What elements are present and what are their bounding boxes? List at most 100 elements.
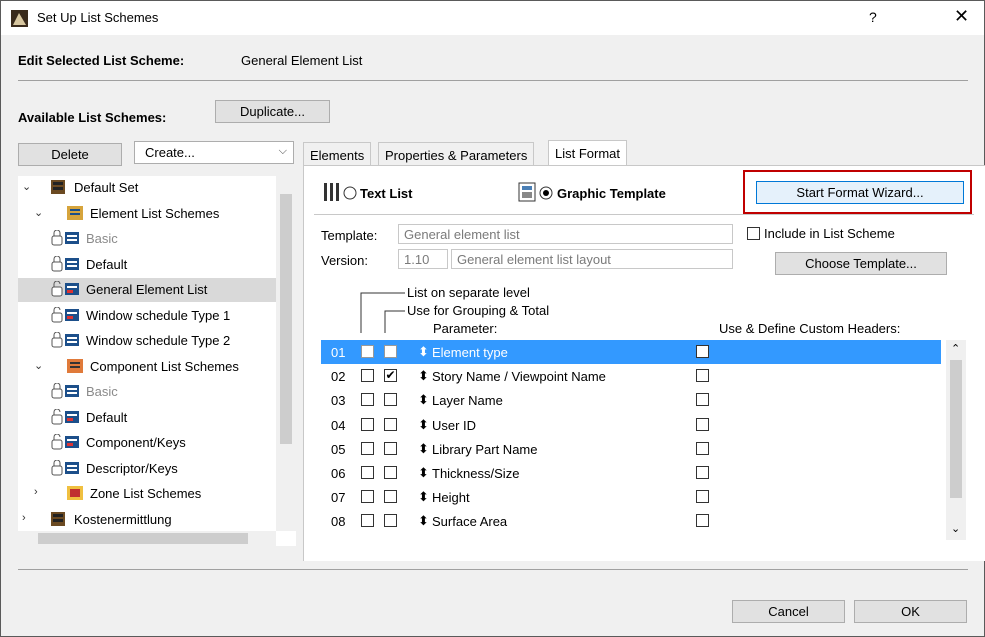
edit-scheme-value: General Element List (241, 53, 363, 68)
grouping-total-checkbox[interactable] (384, 393, 397, 407)
tree-item[interactable]: › Zone List Schemes (18, 482, 276, 506)
grouping-total-checkbox[interactable] (384, 514, 397, 528)
tree-item[interactable]: Default (18, 406, 276, 430)
template-list-icon (50, 306, 82, 326)
divider (314, 214, 974, 215)
grouping-total-checkbox[interactable] (384, 490, 397, 504)
parameter-row[interactable]: 02 ✔ ⬍ Story Name / Viewpoint Name (321, 364, 941, 388)
tree-item[interactable]: Basic (18, 380, 276, 404)
scrollbar-thumb[interactable] (950, 360, 962, 498)
parameter-number: 06 (331, 466, 346, 481)
parameter-row[interactable]: 01 ✔ ✔ ⬍ Element type (321, 340, 941, 364)
tree-item[interactable]: Window schedule Type 2 (18, 329, 276, 353)
tree-horizontal-scrollbar[interactable] (18, 531, 276, 546)
parameter-row[interactable]: 05 ⬍ Library Part Name (321, 437, 941, 461)
tab-elements[interactable]: Elements (303, 142, 372, 166)
close-icon[interactable]: ✕ (954, 6, 969, 27)
custom-header-checkbox[interactable] (696, 345, 709, 358)
tab-list-format[interactable]: List Format (548, 140, 628, 166)
custom-header-checkbox[interactable] (696, 514, 709, 528)
tree-vertical-scrollbar[interactable] (276, 176, 296, 531)
create-dropdown-value: Create... (145, 145, 195, 160)
parameter-name: Element type (432, 345, 508, 360)
include-in-scheme-checkbox[interactable] (747, 227, 760, 240)
parameter-row[interactable]: 07 ⬍ Height (321, 485, 941, 509)
help-button[interactable]: ? (869, 9, 877, 25)
reorder-handle-icon[interactable]: ⬍ (418, 344, 429, 360)
expand-toggle-icon[interactable]: › (34, 486, 38, 498)
divider (18, 80, 968, 81)
grid-vertical-scrollbar[interactable]: ⌃ ⌄ (946, 340, 966, 540)
parameter-grid[interactable]: 01 ✔ ✔ ⬍ Element type 02 ✔ ⬍ Story Name / Viewpo… (321, 340, 941, 540)
template-list-icon (50, 280, 82, 300)
scroll-up-icon[interactable]: ⌃ (951, 342, 960, 355)
parameter-number: 07 (331, 490, 346, 506)
tab-properties-parameters[interactable]: Properties & Parameters (378, 142, 535, 166)
parameter-row[interactable]: 08 ⬍ Surface Area (321, 509, 941, 533)
grouping-total-checkbox[interactable] (384, 466, 397, 479)
scrollbar-thumb[interactable] (280, 194, 292, 444)
template-list-icon (50, 408, 82, 428)
reorder-handle-icon[interactable]: ⬍ (418, 513, 429, 529)
reorder-handle-icon[interactable]: ⬍ (418, 489, 429, 505)
tree-item[interactable]: › Kostenermittlung (18, 508, 276, 532)
parameter-row[interactable]: 04 ⬍ User ID (321, 413, 941, 437)
tree-item[interactable]: Descriptor/Keys (18, 457, 276, 481)
template-field: General element list (398, 224, 733, 244)
tree-item[interactable]: Basic (18, 227, 276, 251)
expand-toggle-icon[interactable]: ⌄ (22, 180, 31, 193)
reorder-handle-icon[interactable]: ⬍ (418, 465, 429, 481)
scroll-down-icon[interactable]: ⌄ (951, 522, 960, 535)
tree-item[interactable]: Component/Keys (18, 431, 276, 455)
available-schemes-label: Available List Schemes: (18, 110, 167, 125)
separate-level-checkbox[interactable]: ✔ (361, 345, 374, 358)
tree-item[interactable]: General Element List (18, 278, 276, 302)
expand-toggle-icon[interactable]: ⌄ (34, 359, 43, 372)
separate-level-checkbox[interactable] (361, 369, 374, 383)
scrollbar-thumb[interactable] (38, 533, 248, 544)
grouping-total-checkbox[interactable] (384, 417, 397, 431)
separate-level-checkbox[interactable] (361, 393, 374, 407)
parameter-row[interactable]: 06 ⬍ Thickness/Size (321, 461, 941, 485)
separate-level-checkbox[interactable] (361, 466, 374, 479)
reorder-handle-icon[interactable]: ⬍ (418, 368, 429, 384)
cancel-button[interactable]: Cancel (732, 600, 845, 623)
custom-header-checkbox[interactable] (696, 369, 709, 383)
parameter-name: Surface Area (432, 514, 508, 530)
expand-toggle-icon[interactable]: › (22, 512, 26, 524)
parameter-number: 04 (331, 417, 346, 433)
parameter-row[interactable]: 03 ⬍ Layer Name (321, 388, 941, 412)
custom-header-checkbox[interactable] (696, 417, 709, 431)
separate-level-checkbox[interactable] (361, 441, 374, 455)
text-list-radio[interactable] (343, 186, 357, 200)
tree-item[interactable]: ⌄ Default Set (18, 176, 276, 200)
custom-header-checkbox[interactable] (696, 393, 709, 407)
grouping-total-checkbox[interactable]: ✔ (384, 345, 397, 358)
ok-button[interactable]: OK (854, 600, 967, 623)
separate-level-checkbox[interactable] (361, 514, 374, 528)
tree-item[interactable]: ⌄ Element List Schemes (18, 202, 276, 226)
grouping-total-checkbox[interactable]: ✔ (384, 369, 397, 383)
tree-item[interactable]: ⌄ Component List Schemes (18, 355, 276, 379)
graphic-template-radio[interactable] (539, 186, 553, 200)
custom-header-checkbox[interactable] (696, 466, 709, 479)
grouping-total-checkbox[interactable] (384, 441, 397, 455)
create-dropdown[interactable]: Create... ⌵ (134, 141, 294, 164)
duplicate-button[interactable]: Duplicate... (215, 100, 330, 123)
tree-item[interactable]: Window schedule Type 1 (18, 304, 276, 328)
start-format-wizard-button[interactable]: Start Format Wizard... (756, 181, 964, 204)
separate-level-checkbox[interactable] (361, 417, 374, 431)
reorder-handle-icon[interactable]: ⬍ (418, 441, 429, 457)
expand-toggle-icon[interactable]: ⌄ (34, 206, 43, 219)
tree-item[interactable]: Default (18, 253, 276, 277)
parameter-number: 05 (331, 441, 346, 457)
custom-header-checkbox[interactable] (696, 490, 709, 504)
custom-header-checkbox[interactable] (696, 441, 709, 455)
delete-button[interactable]: Delete (18, 143, 122, 166)
choose-template-button[interactable]: Choose Template... (775, 252, 947, 275)
reorder-handle-icon[interactable]: ⬍ (418, 392, 429, 408)
reorder-handle-icon[interactable]: ⬍ (418, 417, 429, 433)
window-title: Set Up List Schemes (37, 10, 159, 25)
separate-level-checkbox[interactable] (361, 490, 374, 504)
scheme-tree[interactable]: ⌄ Default Set ⌄ Element List Schemes Basic De… (18, 176, 296, 546)
